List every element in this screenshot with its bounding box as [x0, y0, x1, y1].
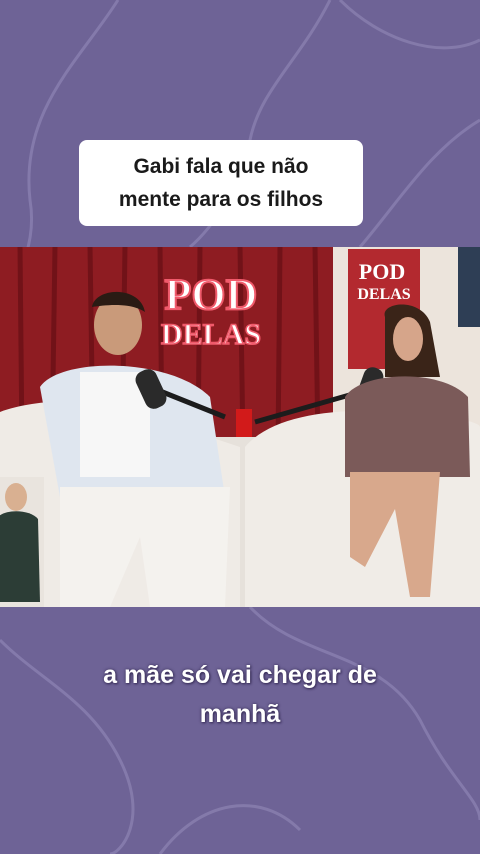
- pod-logo-bottom: DELAS: [161, 318, 261, 351]
- title-box: Gabi fala que não mente para os filhos: [79, 140, 363, 226]
- subtitle-caption: a mãe só vai chegar de manhã: [103, 661, 377, 728]
- podcast-scene: POD DELAS POD DELAS: [0, 247, 480, 607]
- video-title: Gabi fala que não mente para os filhos: [118, 155, 324, 211]
- pod-logo-top: POD: [165, 270, 258, 319]
- frame-logo-bottom: DELAS: [357, 286, 410, 303]
- video-frame[interactable]: POD DELAS POD DELAS: [0, 247, 480, 607]
- frame-logo-top: POD: [359, 259, 405, 284]
